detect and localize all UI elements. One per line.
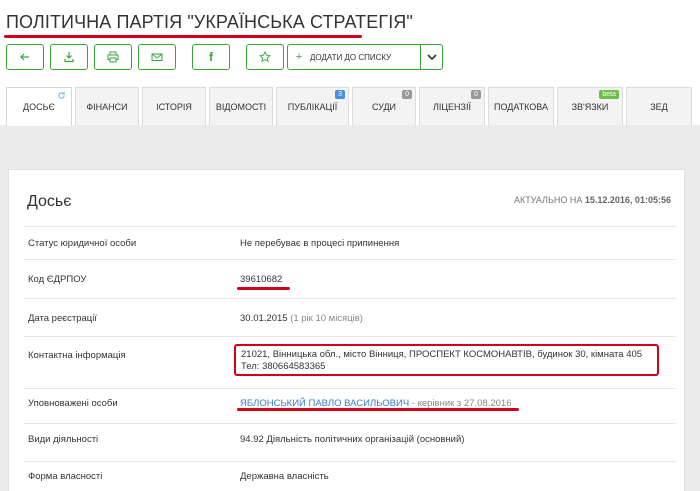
print-icon (107, 51, 119, 63)
info-row-edrpou: Код ЄДРПОУ 39610682 (24, 259, 676, 298)
download-icon (64, 52, 74, 63)
ownership-value: Державна власність (240, 471, 329, 482)
chevron-down-icon[interactable] (420, 45, 442, 69)
tab-foreign-trade[interactable]: ЗЕД (626, 87, 692, 125)
dossier-heading: Досьє (27, 193, 72, 210)
row-label: Контактна інформація (28, 350, 126, 361)
licenses-count-badge: 0 (471, 90, 481, 99)
info-row-authorized: Уповноважені особи ЯБЛОНСЬКИЙ ПАВЛО ВАСИ… (24, 388, 676, 423)
print-button[interactable] (94, 44, 132, 70)
registration-date-value: 30.01.2015 (1 рік 10 місяців) (240, 313, 363, 324)
email-button[interactable] (138, 44, 176, 70)
info-row-status: Статус юридичної особи Не перебуває в пр… (24, 226, 676, 259)
tab-dossier[interactable]: ДОСЬЄ (6, 87, 72, 126)
envelope-icon (151, 53, 163, 61)
plus-icon: + (295, 51, 303, 63)
tab-publications[interactable]: ПУБЛІКАЦІЇ 3 (276, 87, 349, 125)
row-label: Уповноважені особи (28, 398, 118, 409)
refresh-icon (58, 91, 65, 99)
tab-connections[interactable]: ЗВ'ЯЗКИ beta (557, 87, 623, 125)
favorite-button[interactable] (246, 44, 284, 70)
authorized-annotation-underline (237, 408, 519, 411)
download-button[interactable] (50, 44, 88, 70)
info-row-activities: Види діяльності 94.92 Діяльність політич… (24, 423, 676, 461)
tab-licenses[interactable]: ЛІЦЕНЗІЇ 0 (419, 87, 485, 125)
info-row-registration-date: Дата реєстрації 30.01.2015 (1 рік 10 міс… (24, 298, 676, 336)
tab-courts[interactable]: СУДИ 0 (352, 87, 416, 125)
back-button[interactable] (6, 44, 44, 70)
tab-records[interactable]: ВІДОМОСТІ (209, 87, 273, 125)
tab-tax[interactable]: ПОДАТКОВА (488, 87, 554, 125)
info-row-ownership: Форма власності Державна власність (24, 461, 676, 491)
row-label: Статус юридичної особи (28, 238, 137, 249)
row-label: Дата реєстрації (28, 313, 97, 324)
facebook-icon: f (209, 50, 213, 64)
status-value: Не перебуває в процесі припинення (240, 238, 400, 249)
tab-bar: ДОСЬЄ ФІНАНСИ ІСТОРІЯ ВІДОМОСТІ ПУБЛІКАЦ… (6, 87, 700, 126)
beta-badge: beta (599, 90, 619, 99)
courts-count-badge: 0 (402, 90, 412, 99)
add-to-list-label: ДОДАТИ ДО СПИСКУ (310, 52, 392, 62)
activities-value: 94.92 Діяльність політичних організацій … (240, 434, 465, 445)
publications-count-badge: 3 (335, 90, 345, 99)
add-to-list-dropdown[interactable]: + ДОДАТИ ДО СПИСКУ (287, 44, 443, 70)
row-label: Види діяльності (28, 434, 99, 445)
arrow-left-icon (20, 53, 29, 61)
star-icon (259, 51, 271, 63)
row-label: Форма власності (28, 471, 103, 482)
title-annotation-underline (4, 35, 362, 38)
facebook-share-button[interactable]: f (192, 44, 230, 70)
actualized-timestamp: АКТУАЛЬНО НА 15.12.2016, 01:05:56 (514, 195, 671, 205)
edrpou-value: 39610682 (240, 274, 283, 285)
row-label: Код ЄДРПОУ (28, 274, 87, 285)
tab-history[interactable]: ІСТОРІЯ (142, 87, 206, 125)
page-title: ПОЛІТИЧНА ПАРТІЯ "УКРАЇНСЬКА СТРАТЕГІЯ" (6, 12, 413, 32)
actualized-date: 15.12.2016, 01:05:56 (584, 195, 671, 205)
contact-annotation-box (234, 344, 659, 376)
edrpou-annotation-underline (237, 287, 290, 290)
tab-finances[interactable]: ФІНАНСИ (75, 87, 139, 125)
actualized-label: АКТУАЛЬНО НА (514, 195, 583, 205)
